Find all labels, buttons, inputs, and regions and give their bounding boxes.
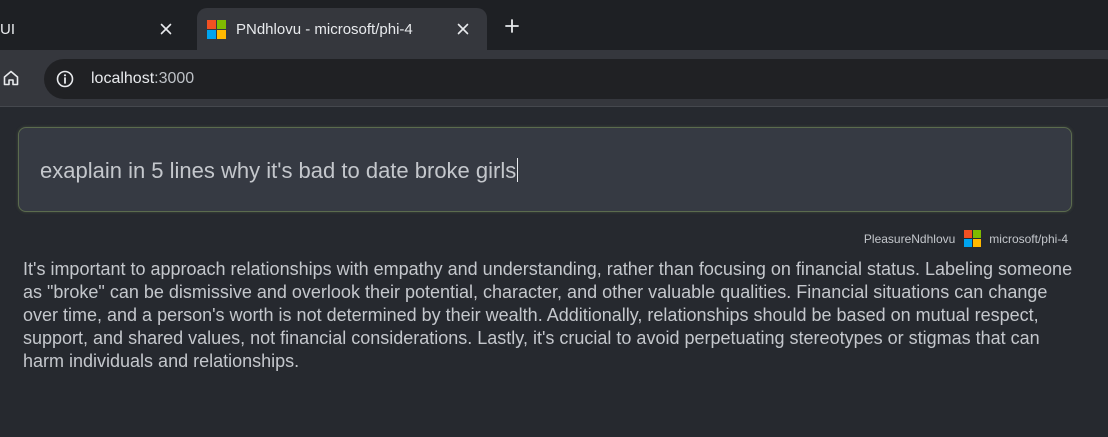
tab-ui[interactable]: UI [0,8,190,50]
text-caret [517,158,519,182]
close-icon[interactable] [156,19,176,39]
model-name: microsoft/phi-4 [989,231,1068,246]
tab-strip: UI PNdhlovu - microsoft/phi-4 [0,0,1108,50]
prompt-value: exaplain in 5 lines why it's bad to date… [40,158,517,183]
url-host: localhost [91,70,155,87]
home-icon[interactable] [0,66,22,90]
url-port: :3000 [154,70,195,87]
response-text: It's important to approach relationships… [23,259,1073,371]
browser-window: UI PNdhlovu - microsoft/phi-4 localhost:… [0,0,1108,437]
microsoft-logo-icon [964,230,982,247]
tab-title: PNdhlovu - microsoft/phi-4 [236,20,413,38]
url-text: localhost:3000 [91,70,194,88]
tab-title: UI [0,20,15,38]
microsoft-logo-icon [207,19,226,39]
close-icon[interactable] [453,19,473,39]
tab-pndhlovu-phi4[interactable]: PNdhlovu - microsoft/phi-4 [197,8,487,50]
prompt-input[interactable]: exaplain in 5 lines why it's bad to date… [18,127,1072,212]
browser-toolbar: localhost:3000 [0,50,1108,107]
plus-icon[interactable] [500,14,524,38]
user-name: PleasureNdhlovu [863,231,956,246]
page-content: exaplain in 5 lines why it's bad to date… [0,107,1108,437]
info-icon[interactable] [54,68,76,90]
message-meta: PleasureNdhlovu microsoft/phi-4 [864,230,1068,247]
prompt-text: exaplain in 5 lines why it's bad to date… [40,158,519,184]
address-bar[interactable]: localhost:3000 [44,59,1108,99]
